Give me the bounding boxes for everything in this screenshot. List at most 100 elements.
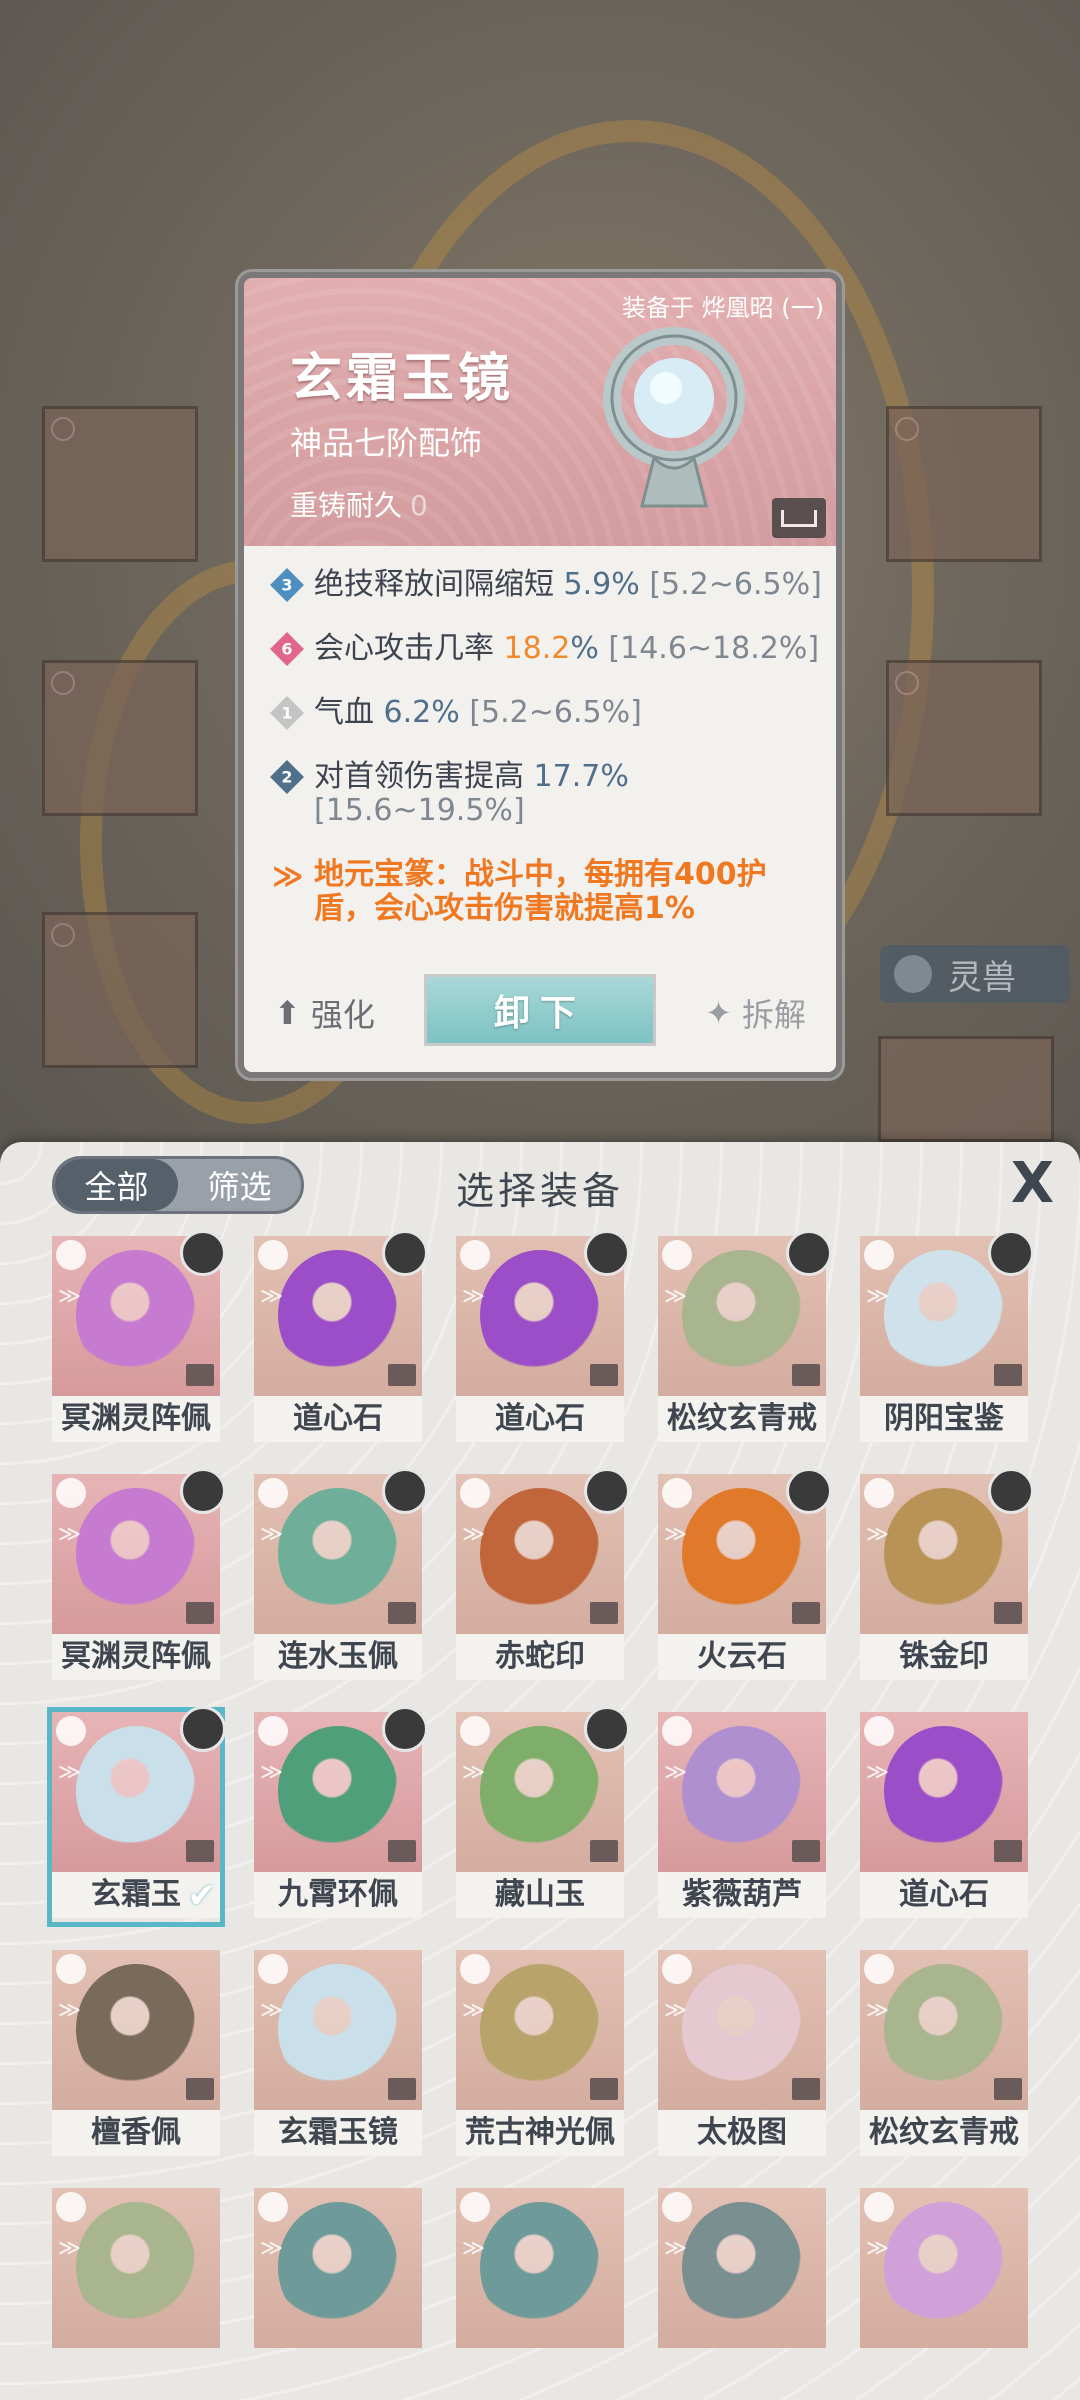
item-type-icon bbox=[864, 1478, 894, 1508]
attribute-list: 3 绝技释放间隔缩短 5.9% [5.2~6.5%] 6 会心攻击几率 18.2% [… bbox=[266, 568, 826, 956]
equipment-item[interactable]: ≫ 冥渊灵阵佩 bbox=[52, 1230, 226, 1446]
dismantle-icon: ✦ bbox=[705, 994, 732, 1032]
set-icon: ≫ bbox=[664, 1522, 688, 1547]
equipment-item[interactable]: ≫ bbox=[456, 2188, 624, 2398]
item-type-icon bbox=[662, 1954, 692, 1984]
set-icon: ≫ bbox=[260, 1284, 284, 1309]
set-icon: ≫ bbox=[260, 1522, 284, 1547]
unequip-button[interactable]: 卸下 bbox=[424, 974, 656, 1046]
equipped-hero-avatar bbox=[584, 1468, 630, 1514]
enhance-button[interactable]: ⬆ 强化 bbox=[274, 990, 375, 1036]
dismantle-label: 拆解 bbox=[741, 996, 806, 1034]
equipment-artwork bbox=[76, 1964, 196, 2094]
attribute-tier-badge: 6 bbox=[270, 632, 304, 666]
equipment-item[interactable]: ≫ 铢金印 bbox=[860, 1468, 1034, 1684]
equipment-image: ≫ bbox=[860, 1712, 1028, 1872]
bg-slot-accessory bbox=[886, 660, 1042, 816]
set-icon: ≫ bbox=[664, 1998, 688, 2023]
equipment-image: ≫ bbox=[658, 1468, 832, 1634]
lock-icon bbox=[590, 1602, 618, 1624]
equipment-image: ≫ bbox=[658, 2188, 826, 2348]
item-type-icon bbox=[56, 1478, 86, 1508]
set-icon: ≫ bbox=[866, 1284, 890, 1309]
equipment-name: 连水玉佩 bbox=[254, 1634, 422, 1680]
equipment-item[interactable]: ≫ 荒古神光佩 bbox=[456, 1950, 624, 2160]
set-icon: ≫ bbox=[866, 1998, 890, 2023]
equipment-name: 火云石 bbox=[658, 1634, 826, 1680]
equipment-image: ≫ bbox=[52, 1950, 220, 2110]
equipment-item[interactable]: ≫ 藏山玉 bbox=[456, 1706, 630, 1922]
item-type-icon bbox=[258, 2192, 288, 2222]
equipment-item[interactable]: ≫ 道心石 bbox=[456, 1230, 630, 1446]
equipment-item[interactable]: ≫ bbox=[860, 2188, 1028, 2398]
set-icon: ≫ bbox=[58, 1760, 82, 1785]
equipment-item[interactable]: ≫ 松纹玄青戒 bbox=[860, 1950, 1028, 2160]
attribute-label: 对首领伤害提高 bbox=[314, 759, 524, 794]
set-icon: ≫ bbox=[58, 1284, 82, 1309]
equipment-item[interactable]: ≫ bbox=[52, 2188, 220, 2398]
equipment-artwork bbox=[480, 1964, 600, 2094]
set-icon: ≫ bbox=[664, 1760, 688, 1785]
equipment-image: ≫ bbox=[254, 1950, 422, 2110]
equipment-item[interactable]: ≫ 阴阳宝鉴 bbox=[860, 1230, 1034, 1446]
equipment-name: 道心石 bbox=[456, 1396, 624, 1442]
equipment-name: 道心石 bbox=[860, 1872, 1028, 1918]
equipment-artwork bbox=[278, 2202, 398, 2332]
attribute-label: 会心攻击几率 bbox=[314, 631, 494, 666]
equipment-artwork bbox=[682, 1250, 802, 1380]
equipment-item[interactable]: ≫ 道心石 bbox=[254, 1230, 428, 1446]
lock-icon bbox=[590, 1364, 618, 1386]
equipment-item[interactable]: ≫ 九霄环佩 bbox=[254, 1706, 428, 1922]
equipment-image: ≫ bbox=[254, 2188, 422, 2348]
lock-button[interactable] bbox=[772, 498, 826, 538]
recast-durability: 重铸耐久 0 bbox=[290, 484, 428, 524]
equipment-artwork bbox=[682, 1964, 802, 2094]
equipment-item[interactable]: ≫ 松纹玄青戒 bbox=[658, 1230, 832, 1446]
lock-icon bbox=[792, 1364, 820, 1386]
equipment-image: ≫ bbox=[456, 1230, 630, 1396]
attribute-range: [5.2~6.5%] bbox=[469, 695, 642, 730]
equipment-image: ≫ bbox=[52, 1706, 226, 1872]
lock-icon bbox=[792, 1840, 820, 1862]
attribute-label: 绝技释放间隔缩短 bbox=[314, 567, 554, 602]
lock-icon bbox=[994, 1602, 1022, 1624]
bg-slot-weapon bbox=[42, 406, 198, 562]
spirit-beast-tab: 灵兽 bbox=[880, 945, 1070, 1003]
equipment-item[interactable]: ≫ 紫薇葫芦 bbox=[658, 1712, 826, 1922]
equipment-item[interactable]: ≫ 檀香佩 bbox=[52, 1950, 220, 2160]
lock-icon bbox=[186, 1364, 214, 1386]
item-type-icon bbox=[864, 1716, 894, 1746]
equipped-hero-avatar bbox=[180, 1468, 226, 1514]
equipped-hero-avatar bbox=[180, 1230, 226, 1276]
equipment-item[interactable]: ≫ 玄霜玉 ✔ bbox=[47, 1706, 226, 1927]
equipment-item[interactable]: ≫ 道心石 bbox=[860, 1712, 1028, 1922]
equipment-item[interactable]: ≫ 冥渊灵阵佩 bbox=[52, 1468, 226, 1684]
dismantle-button[interactable]: ✦ 拆解 bbox=[705, 990, 806, 1036]
attribute-tier-badge: 3 bbox=[270, 568, 304, 602]
card-actions: ⬆ 强化 卸下 ✦ 拆解 bbox=[244, 970, 836, 1050]
attribute-value: 6.2% bbox=[383, 695, 460, 730]
equipment-artwork bbox=[278, 1726, 398, 1856]
lock-icon bbox=[590, 2078, 618, 2100]
equipment-item[interactable]: ≫ 连水玉佩 bbox=[254, 1468, 428, 1684]
lock-icon bbox=[994, 1364, 1022, 1386]
equipment-name: 铢金印 bbox=[860, 1634, 1028, 1680]
set-icon: ≫ bbox=[462, 1522, 486, 1547]
equipment-name: 赤蛇印 bbox=[456, 1634, 624, 1680]
arrow-up-icon: ⬆ bbox=[274, 994, 301, 1032]
equipment-item[interactable]: ≫ bbox=[254, 2188, 422, 2398]
equipment-name: 松纹玄青戒 bbox=[860, 2110, 1028, 2156]
equipment-artwork bbox=[76, 1250, 196, 1380]
attribute-range: [5.2~6.5%] bbox=[649, 567, 822, 602]
equipment-item[interactable]: ≫ 太极图 bbox=[658, 1950, 826, 2160]
close-button[interactable]: X bbox=[1011, 1156, 1054, 1212]
equipped-hero-avatar bbox=[988, 1230, 1034, 1276]
lock-icon bbox=[186, 2078, 214, 2100]
equipment-artwork bbox=[884, 1250, 1004, 1380]
set-icon: ≫ bbox=[866, 2236, 890, 2261]
equipment-item[interactable]: ≫ 火云石 bbox=[658, 1468, 832, 1684]
equipment-item[interactable]: ≫ 玄霜玉镜 bbox=[254, 1950, 422, 2160]
set-icon: ≫ bbox=[462, 2236, 486, 2261]
equipment-item[interactable]: ≫ 赤蛇印 bbox=[456, 1468, 630, 1684]
equipment-item[interactable]: ≫ bbox=[658, 2188, 826, 2398]
